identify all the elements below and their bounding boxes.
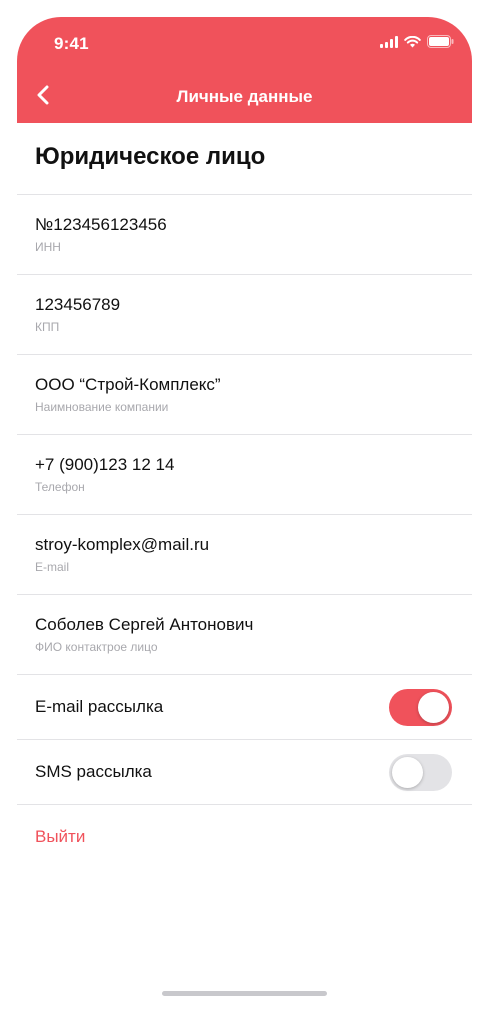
page-title: Личные данные bbox=[176, 87, 313, 106]
home-indicator bbox=[162, 991, 327, 996]
email-newsletter-label: E-mail рассылка bbox=[35, 697, 164, 716]
logout-button[interactable]: Выйти bbox=[35, 827, 85, 847]
field-company-name[interactable]: ООО “Строй-Комплекс” Наимнование компани… bbox=[17, 355, 472, 435]
field-value: 123456789 bbox=[35, 295, 121, 314]
battery-icon bbox=[427, 35, 454, 48]
section-title: Юридическое лицо bbox=[17, 123, 472, 195]
status-time: 9:41 bbox=[54, 34, 89, 53]
toggle-knob bbox=[392, 756, 423, 788]
field-contact-person[interactable]: Соболев Сергей Антонович ФИО контактрое … bbox=[17, 595, 472, 675]
field-label: Наимнование компании bbox=[35, 400, 169, 414]
sms-newsletter-label: SMS рассылка bbox=[35, 762, 152, 781]
status-icons bbox=[380, 35, 454, 48]
field-inn[interactable]: №123456123456 ИНН bbox=[17, 195, 472, 275]
nav-bar: Личные данные bbox=[17, 75, 472, 123]
header: 9:41 Личные данные bbox=[17, 17, 472, 123]
email-newsletter-row: E-mail рассылка bbox=[17, 675, 472, 740]
field-value: №123456123456 bbox=[35, 215, 167, 234]
sms-newsletter-toggle[interactable] bbox=[389, 753, 452, 791]
field-value: +7 (900)123 12 14 bbox=[35, 455, 175, 474]
field-label: Телефон bbox=[35, 480, 85, 494]
field-label: ИНН bbox=[35, 240, 61, 254]
field-label: ФИО контактрое лицо bbox=[35, 640, 158, 654]
field-kpp[interactable]: 123456789 КПП bbox=[17, 275, 472, 355]
phone-screen: 9:41 Личные данные Юридическое лицо №123… bbox=[17, 17, 472, 1005]
field-value: stroy-komplex@mail.ru bbox=[35, 535, 210, 554]
toggle-knob bbox=[418, 691, 449, 723]
email-newsletter-toggle[interactable] bbox=[389, 688, 452, 726]
cellular-signal-icon bbox=[380, 35, 398, 48]
field-phone[interactable]: +7 (900)123 12 14 Телефон bbox=[17, 435, 472, 515]
field-value: ООО “Строй-Комплекс” bbox=[35, 375, 221, 394]
field-label: КПП bbox=[35, 320, 60, 334]
sms-newsletter-row: SMS рассылка bbox=[17, 740, 472, 805]
field-email[interactable]: stroy-komplex@mail.ru E-mail bbox=[17, 515, 472, 595]
field-label: E-mail bbox=[35, 560, 70, 574]
field-value: Соболев Сергей Антонович bbox=[35, 615, 254, 634]
wifi-icon bbox=[404, 35, 421, 48]
content: Юридическое лицо №123456123456 ИНН 12345… bbox=[17, 123, 472, 847]
status-bar: 9:41 bbox=[17, 17, 472, 75]
